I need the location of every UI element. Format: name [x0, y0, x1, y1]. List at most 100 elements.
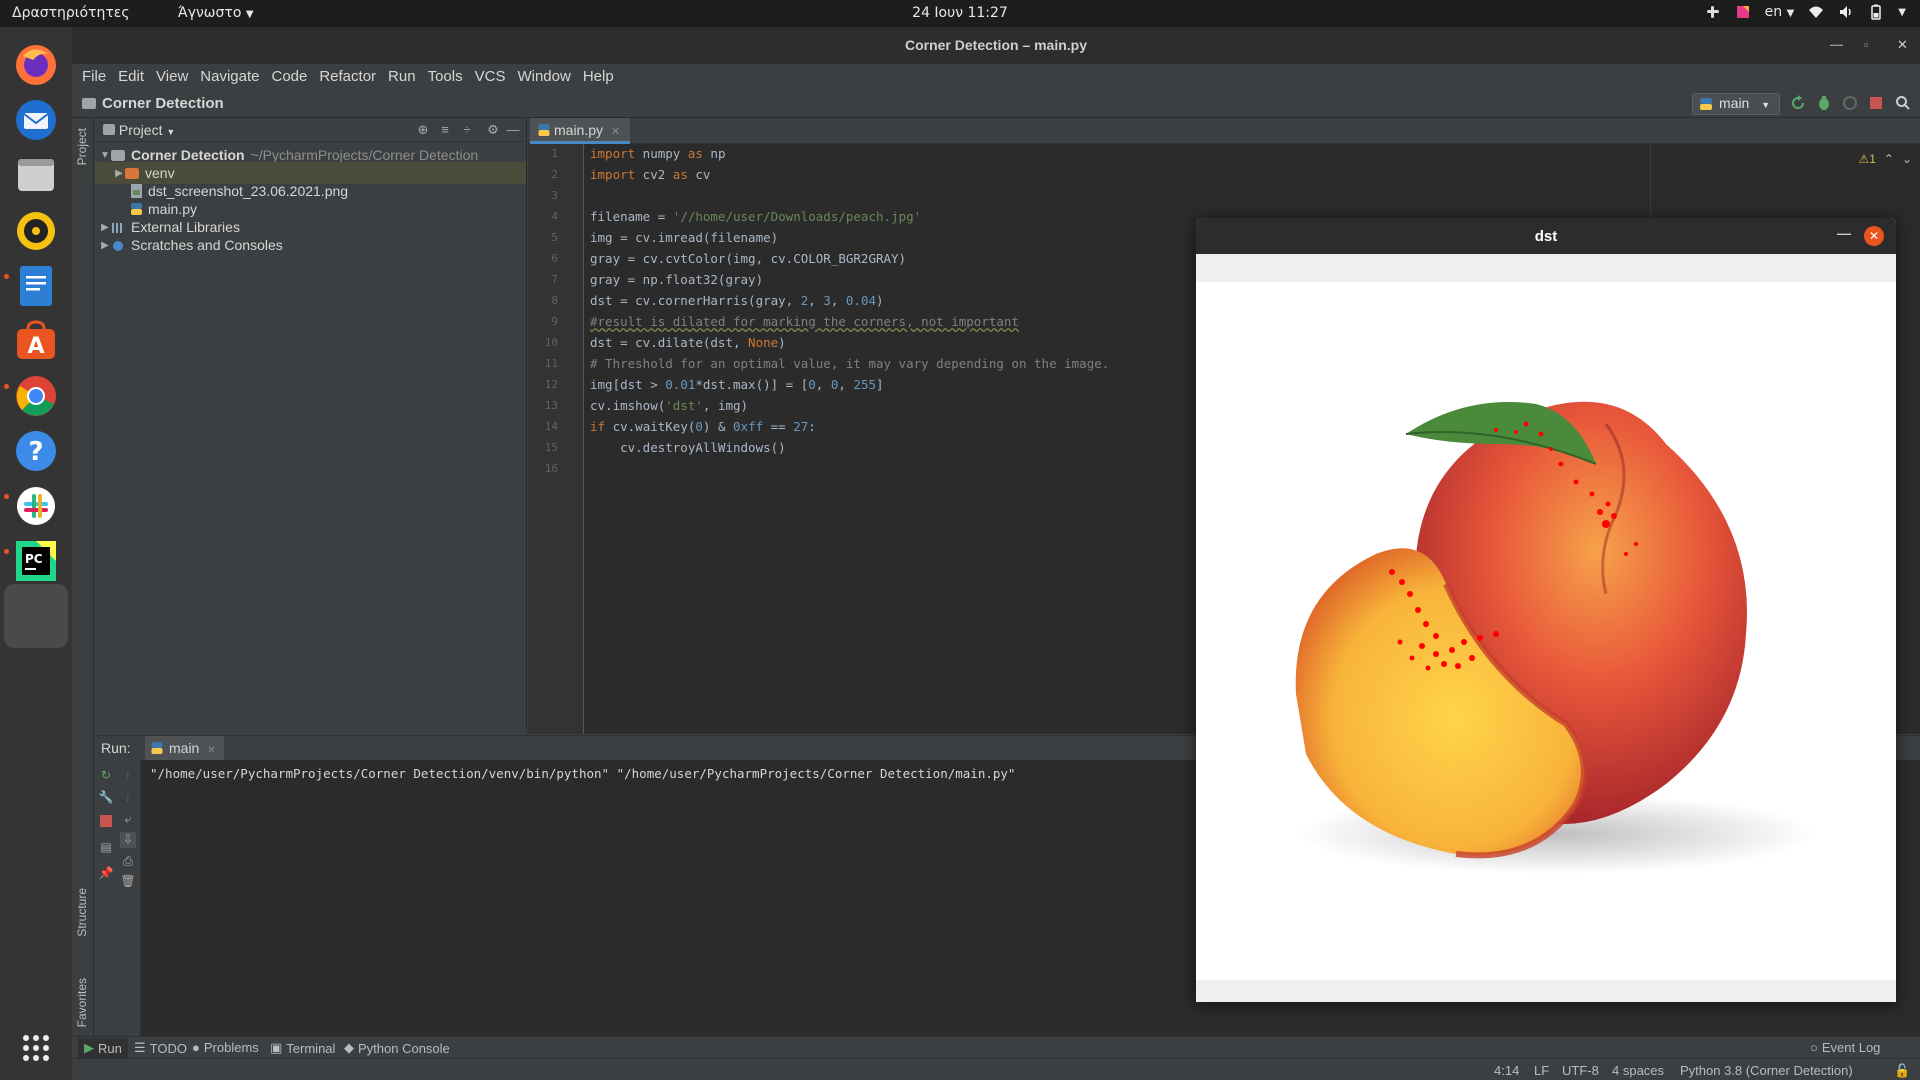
dock: A ? PC: [0, 27, 72, 1080]
help-icon[interactable]: ?: [10, 425, 62, 477]
scroll-to-end-icon[interactable]: ⇩: [120, 832, 136, 848]
stop-icon[interactable]: [98, 815, 114, 831]
menu-help[interactable]: Help: [577, 64, 620, 90]
print-icon[interactable]: ⎙: [120, 854, 136, 870]
tool-todo-button[interactable]: ☰ TODO: [134, 1040, 187, 1056]
chevron-right-icon[interactable]: ▶: [99, 240, 111, 251]
blank-window-icon[interactable]: [4, 584, 68, 648]
wifi-icon[interactable]: [1808, 4, 1824, 20]
menu-edit[interactable]: Edit: [112, 64, 150, 90]
coverage-icon[interactable]: [1842, 95, 1858, 111]
tree-item-label: venv: [145, 165, 175, 181]
battery-icon[interactable]: [1868, 4, 1884, 20]
chevron-right-icon[interactable]: ▶: [99, 222, 111, 233]
app-menu[interactable]: Άγνωστο ▼: [178, 5, 254, 21]
code-token: 0.01: [665, 377, 696, 392]
search-icon[interactable]: [1895, 95, 1911, 111]
pycharm-icon[interactable]: PC: [10, 535, 62, 587]
tab-main-py[interactable]: main.py ✕: [530, 118, 631, 144]
close-icon[interactable]: ✕: [611, 126, 620, 138]
run-config-selector[interactable]: main ▼: [1692, 93, 1780, 115]
chevron-down-icon[interactable]: ▼: [99, 150, 111, 161]
pycharm-tray-icon[interactable]: [1735, 4, 1751, 20]
hide-panel-icon[interactable]: —: [505, 122, 521, 138]
tool-problems-button[interactable]: ● Problems: [192, 1040, 259, 1055]
debug-icon[interactable]: [1816, 95, 1832, 111]
indent-setting[interactable]: 4 spaces: [1612, 1063, 1664, 1078]
clock[interactable]: 24 Ιουν 11:27: [912, 5, 1008, 21]
power-menu-chevron-icon[interactable]: ▼: [1898, 7, 1906, 18]
menu-refactor[interactable]: Refactor: [313, 64, 382, 90]
navigation-bar: Corner Detection main ▼: [72, 90, 1920, 118]
tab-structure-vertical[interactable]: Structure: [75, 888, 89, 937]
chevron-right-icon[interactable]: ▶: [113, 168, 125, 179]
tab-project-vertical[interactable]: Project: [75, 128, 89, 165]
arrow-up-icon[interactable]: ↑: [120, 768, 136, 784]
menu-view[interactable]: View: [150, 64, 194, 90]
thunderbird-icon[interactable]: [10, 94, 62, 146]
close-icon[interactable]: ✕: [1897, 37, 1908, 53]
close-icon[interactable]: ✕: [1864, 226, 1884, 246]
tree-root-name: Corner Detection: [131, 147, 245, 163]
tab-favorites-vertical[interactable]: Favorites: [75, 978, 89, 1027]
project-view-selector[interactable]: Project ▼: [103, 122, 175, 138]
collapse-all-icon[interactable]: ÷: [459, 122, 475, 138]
activities-button[interactable]: Δραστηριότητες: [12, 5, 130, 21]
event-log-button[interactable]: ○ Event Log: [1810, 1040, 1880, 1055]
tool-python-console-button[interactable]: ◆ Python Console: [344, 1040, 450, 1056]
line-ending[interactable]: LF: [1534, 1063, 1549, 1078]
menu-code[interactable]: Code: [265, 64, 313, 90]
console-output[interactable]: "/home/user/PycharmProjects/Corner Detec…: [150, 766, 1015, 781]
menu-file[interactable]: File: [76, 64, 112, 90]
tool-terminal-button[interactable]: ▣ Terminal: [270, 1040, 335, 1056]
rerun-icon[interactable]: [1790, 95, 1806, 111]
show-applications-icon[interactable]: [10, 1022, 62, 1074]
menu-navigate[interactable]: Navigate: [194, 64, 265, 90]
rhythmbox-icon[interactable]: [10, 205, 62, 257]
interpreter[interactable]: Python 3.8 (Corner Detection): [1680, 1063, 1853, 1078]
minimize-icon[interactable]: —: [1830, 37, 1843, 52]
writer-icon[interactable]: [10, 260, 62, 312]
caret-position[interactable]: 4:14: [1494, 1063, 1519, 1078]
menu-vcs[interactable]: VCS: [469, 64, 512, 90]
run-tab-main[interactable]: main ✕: [145, 736, 224, 760]
soft-wrap-icon[interactable]: ⤶: [120, 812, 136, 828]
dst-titlebar[interactable]: dst — ✕: [1196, 218, 1896, 254]
tree-item-scratches[interactable]: ▶ Scratches and Consoles: [95, 234, 526, 256]
code-token: 3: [823, 293, 831, 308]
layout-icon[interactable]: ▤: [98, 840, 114, 856]
breadcrumb[interactable]: Corner Detection: [82, 95, 224, 112]
files-icon[interactable]: [10, 149, 62, 201]
maximize-icon[interactable]: ▫: [1864, 37, 1869, 52]
software-icon[interactable]: A: [10, 315, 62, 367]
chrome-icon[interactable]: [10, 370, 62, 422]
language-indicator[interactable]: en ▼: [1765, 4, 1795, 20]
menu-window[interactable]: Window: [511, 64, 576, 90]
lock-icon[interactable]: 🔓: [1894, 1063, 1910, 1079]
firefox-icon[interactable]: [10, 39, 62, 91]
wrench-icon[interactable]: 🔧: [98, 790, 114, 806]
rerun-icon[interactable]: ↻: [98, 768, 114, 784]
file-encoding[interactable]: UTF-8: [1562, 1063, 1599, 1078]
locate-icon[interactable]: ⊕: [415, 122, 431, 138]
close-icon[interactable]: ✕: [207, 745, 215, 756]
running-indicator: [4, 384, 9, 389]
window-titlebar[interactable]: Corner Detection – main.py — ▫ ✕: [72, 27, 1920, 64]
minimize-icon[interactable]: —: [1837, 225, 1851, 241]
slack-icon[interactable]: [10, 480, 62, 532]
pin-icon[interactable]: 📌: [98, 866, 114, 882]
stop-icon[interactable]: [1868, 95, 1884, 111]
expand-all-icon[interactable]: ≡: [437, 122, 453, 138]
code-line-4: filename = '//home/user/Downloads/peach.…: [590, 209, 921, 230]
line-number: 1: [551, 147, 558, 160]
menu-tools[interactable]: Tools: [422, 64, 469, 90]
trash-icon[interactable]: 🗑: [120, 874, 136, 890]
gear-icon[interactable]: ⚙: [485, 122, 501, 138]
menu-run[interactable]: Run: [382, 64, 422, 90]
volume-icon[interactable]: [1838, 4, 1854, 20]
slack-tray-icon[interactable]: [1705, 4, 1721, 20]
arrow-down-icon[interactable]: ↓: [120, 790, 136, 806]
folder-icon: [111, 149, 125, 161]
chevron-down-icon: ▼: [1761, 100, 1771, 110]
tool-run-button[interactable]: ▶ Run: [78, 1038, 128, 1058]
